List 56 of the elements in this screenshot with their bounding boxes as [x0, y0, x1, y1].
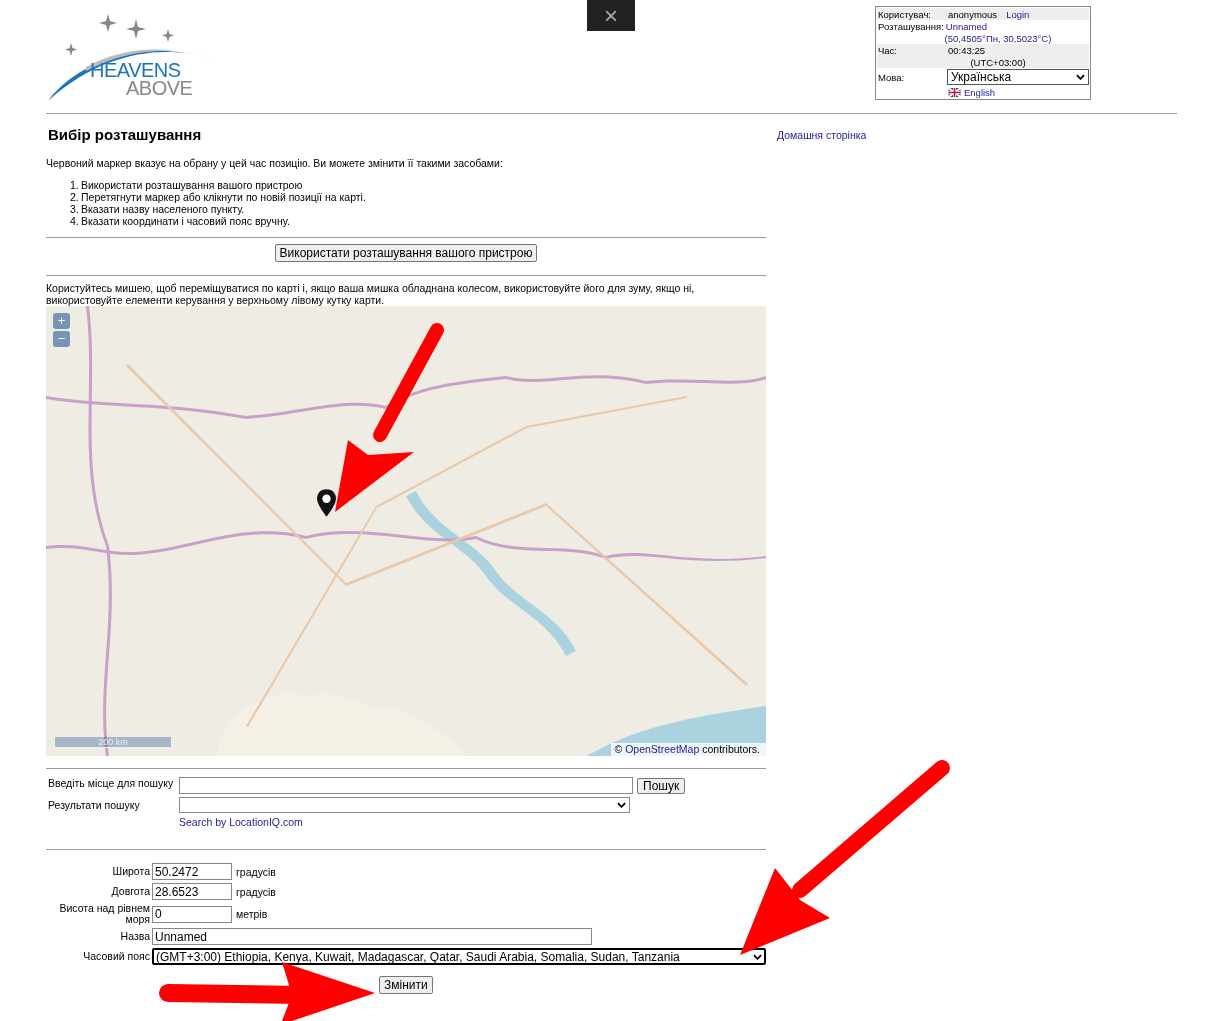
home-link[interactable]: Домашня сторінка	[777, 129, 867, 141]
step-text: Використати розташування вашого пристрою	[81, 179, 303, 191]
step-text: Вказати координати і часовий пояс вручну.	[81, 215, 290, 227]
user-label: Користувач:	[877, 8, 932, 20]
map-marker-icon	[316, 488, 337, 518]
step-number: 2.	[70, 191, 80, 203]
scale-bar: 200 km	[54, 737, 172, 748]
field-label: Висота над рівнем моря	[58, 903, 151, 925]
step-number: 4.	[70, 215, 80, 227]
intro-text: Червоний маркер вказує на обрану у цей час позицію. Ви можете змінити її такими засобами:	[46, 157, 504, 169]
step-text: Перетягнути маркер або клікнути по новій позиції на карті.	[81, 191, 366, 203]
step-number: 3.	[70, 203, 80, 215]
flag-icon	[948, 87, 961, 97]
results-select[interactable]	[179, 797, 630, 813]
language-select[interactable]: Українська	[947, 69, 1089, 85]
english-link[interactable]: English	[964, 86, 996, 98]
coordinates-link[interactable]: (50,4505°Пн, 30,5023°С)	[944, 32, 1052, 44]
input-field[interactable]: 0	[152, 905, 232, 923]
chevron-icon	[1076, 74, 1085, 80]
step-number: 1.	[70, 179, 80, 191]
language-label: Мова:	[877, 71, 906, 83]
attribution-text: © OpenStreetMap contributors.	[610, 743, 766, 756]
locationiq-link[interactable]: Search by LocationIQ.com	[179, 816, 303, 828]
page-title: Вибір розташування	[48, 126, 203, 143]
location-link[interactable]: Unnamed	[945, 20, 988, 32]
user-value: anonymous	[948, 8, 998, 20]
name-field[interactable]: Unnamed	[152, 928, 592, 945]
results-label: Результати пошуку	[47, 799, 141, 811]
chevron-icon	[617, 802, 626, 808]
name-label: Назва	[119, 931, 151, 942]
field-label: Широта	[111, 866, 151, 877]
close-button[interactable]: ×	[587, 0, 635, 31]
logo-text: HEAVENS	[90, 60, 181, 80]
search-label: Введіть місце для пошуку	[47, 777, 175, 789]
use-device-location-button[interactable]: Використати розташування вашого пристрою	[274, 244, 538, 262]
chevron-icon	[753, 953, 762, 960]
input-field[interactable]: 28.6523	[152, 883, 232, 900]
login-link[interactable]: Login	[1006, 8, 1030, 20]
input-field[interactable]: 50.2472	[152, 863, 232, 880]
timezone-label: Часовий пояс	[82, 951, 151, 962]
openstreetmap-link[interactable]: OpenStreetMap	[625, 743, 700, 755]
step-text: Вказати назву населеного пункту.	[81, 203, 245, 215]
search-field[interactable]	[179, 777, 633, 794]
time-value: 00:43:25	[948, 44, 985, 56]
change-button[interactable]: Змінити	[379, 976, 433, 994]
search-button[interactable]: Пошук	[637, 777, 686, 794]
field-label: Довгота	[110, 886, 151, 897]
unit-label: градусів	[236, 865, 276, 878]
unit-label: метрів	[236, 908, 268, 920]
unit-label: градусів	[236, 885, 276, 898]
timezone-select[interactable]: (GMT+3:00) Ethiopia, Kenya, Kuwait, Madagascar, Qatar, Saudi Arabia, Somalia, Sudan, Tanzania	[152, 948, 766, 965]
logo-text: ABOVE	[126, 78, 193, 98]
map-hint: Користуйтесь мишею, щоб переміщуватися по карті і, якщо ваша мишка обладнана колесом, використовуйте його для зуму, якщо ні, використовуйте елементи керування у верхньому лівому кутку карти.	[46, 282, 696, 306]
time-label: Час:	[877, 44, 898, 56]
location-label: Розташування:	[877, 20, 945, 32]
utc-offset: (UTC+03:00)	[970, 56, 1026, 68]
